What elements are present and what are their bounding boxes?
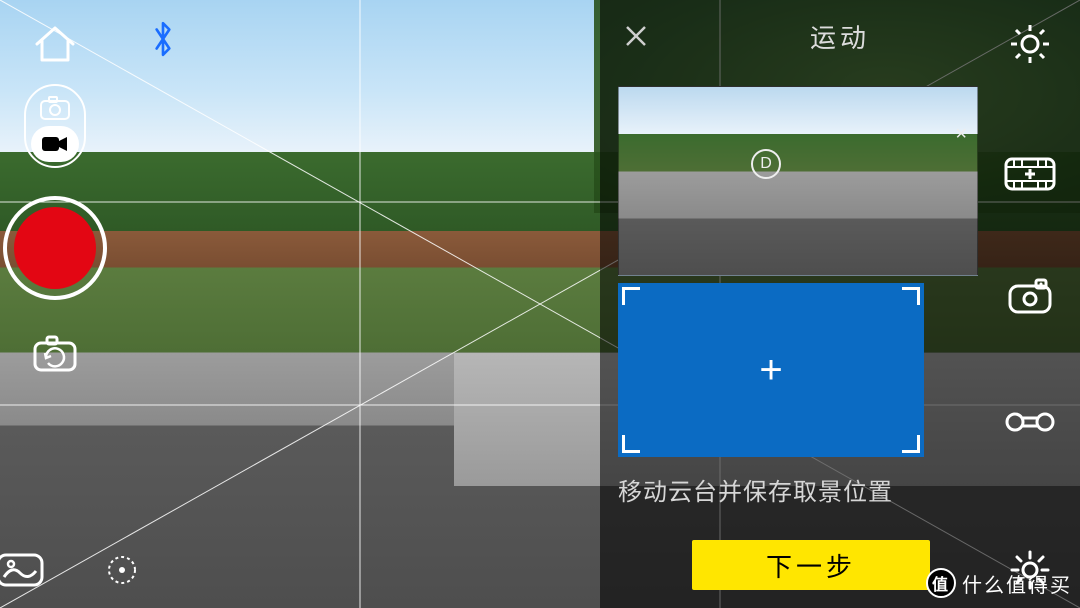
preset-thumbnail[interactable]: D ×	[618, 86, 978, 276]
home-button[interactable]	[24, 18, 86, 70]
record-indicator-icon	[14, 207, 96, 289]
record-button[interactable]	[3, 196, 107, 300]
switch-camera-icon	[32, 335, 78, 373]
right-control-column	[980, 0, 1080, 608]
frame-corner-icon	[622, 435, 640, 453]
focus-target-button[interactable]	[102, 544, 142, 596]
preset-badge: D	[751, 149, 781, 179]
watermark-badge-icon: 值	[926, 568, 956, 598]
photo-mode-icon	[33, 90, 77, 126]
settings-button[interactable]	[999, 18, 1061, 70]
gimbal-button[interactable]	[999, 272, 1061, 324]
frame-corner-icon	[902, 287, 920, 305]
panorama-button[interactable]	[999, 396, 1061, 448]
film-add-icon	[1004, 157, 1056, 191]
watermark: 值 什么值得买	[926, 568, 1072, 598]
next-button[interactable]: 下一步	[692, 540, 930, 590]
focus-target-icon	[102, 550, 142, 590]
capture-mode-toggle[interactable]	[24, 84, 86, 168]
panel-close-button[interactable]	[614, 14, 658, 58]
close-icon	[623, 23, 649, 49]
panel-hint-text: 移动云台并保存取景位置	[618, 472, 893, 507]
gallery-button[interactable]	[0, 544, 44, 596]
watermark-text: 什么值得买	[962, 569, 1072, 598]
panorama-icon	[1005, 407, 1055, 437]
plus-icon: +	[759, 350, 782, 390]
settings-gear-icon	[1008, 22, 1052, 66]
gimbal-icon	[1006, 278, 1054, 318]
left-control-column	[0, 0, 110, 608]
video-mode-icon	[31, 126, 79, 162]
switch-camera-button[interactable]	[24, 328, 86, 380]
preset-delete-button[interactable]: ×	[955, 123, 967, 146]
home-icon	[33, 24, 77, 64]
camera-viewport: 运动 D × + 移动云台并保存取景位置 下一步 值 什么值得买	[0, 0, 1080, 608]
add-preset-slot[interactable]: +	[618, 283, 924, 457]
frame-corner-icon	[622, 287, 640, 305]
frame-corner-icon	[902, 435, 920, 453]
next-button-label: 下一步	[766, 547, 856, 584]
close-icon: ×	[955, 123, 967, 145]
gallery-icon	[0, 553, 44, 587]
film-add-button[interactable]	[999, 148, 1061, 200]
bluetooth-icon	[150, 20, 176, 58]
